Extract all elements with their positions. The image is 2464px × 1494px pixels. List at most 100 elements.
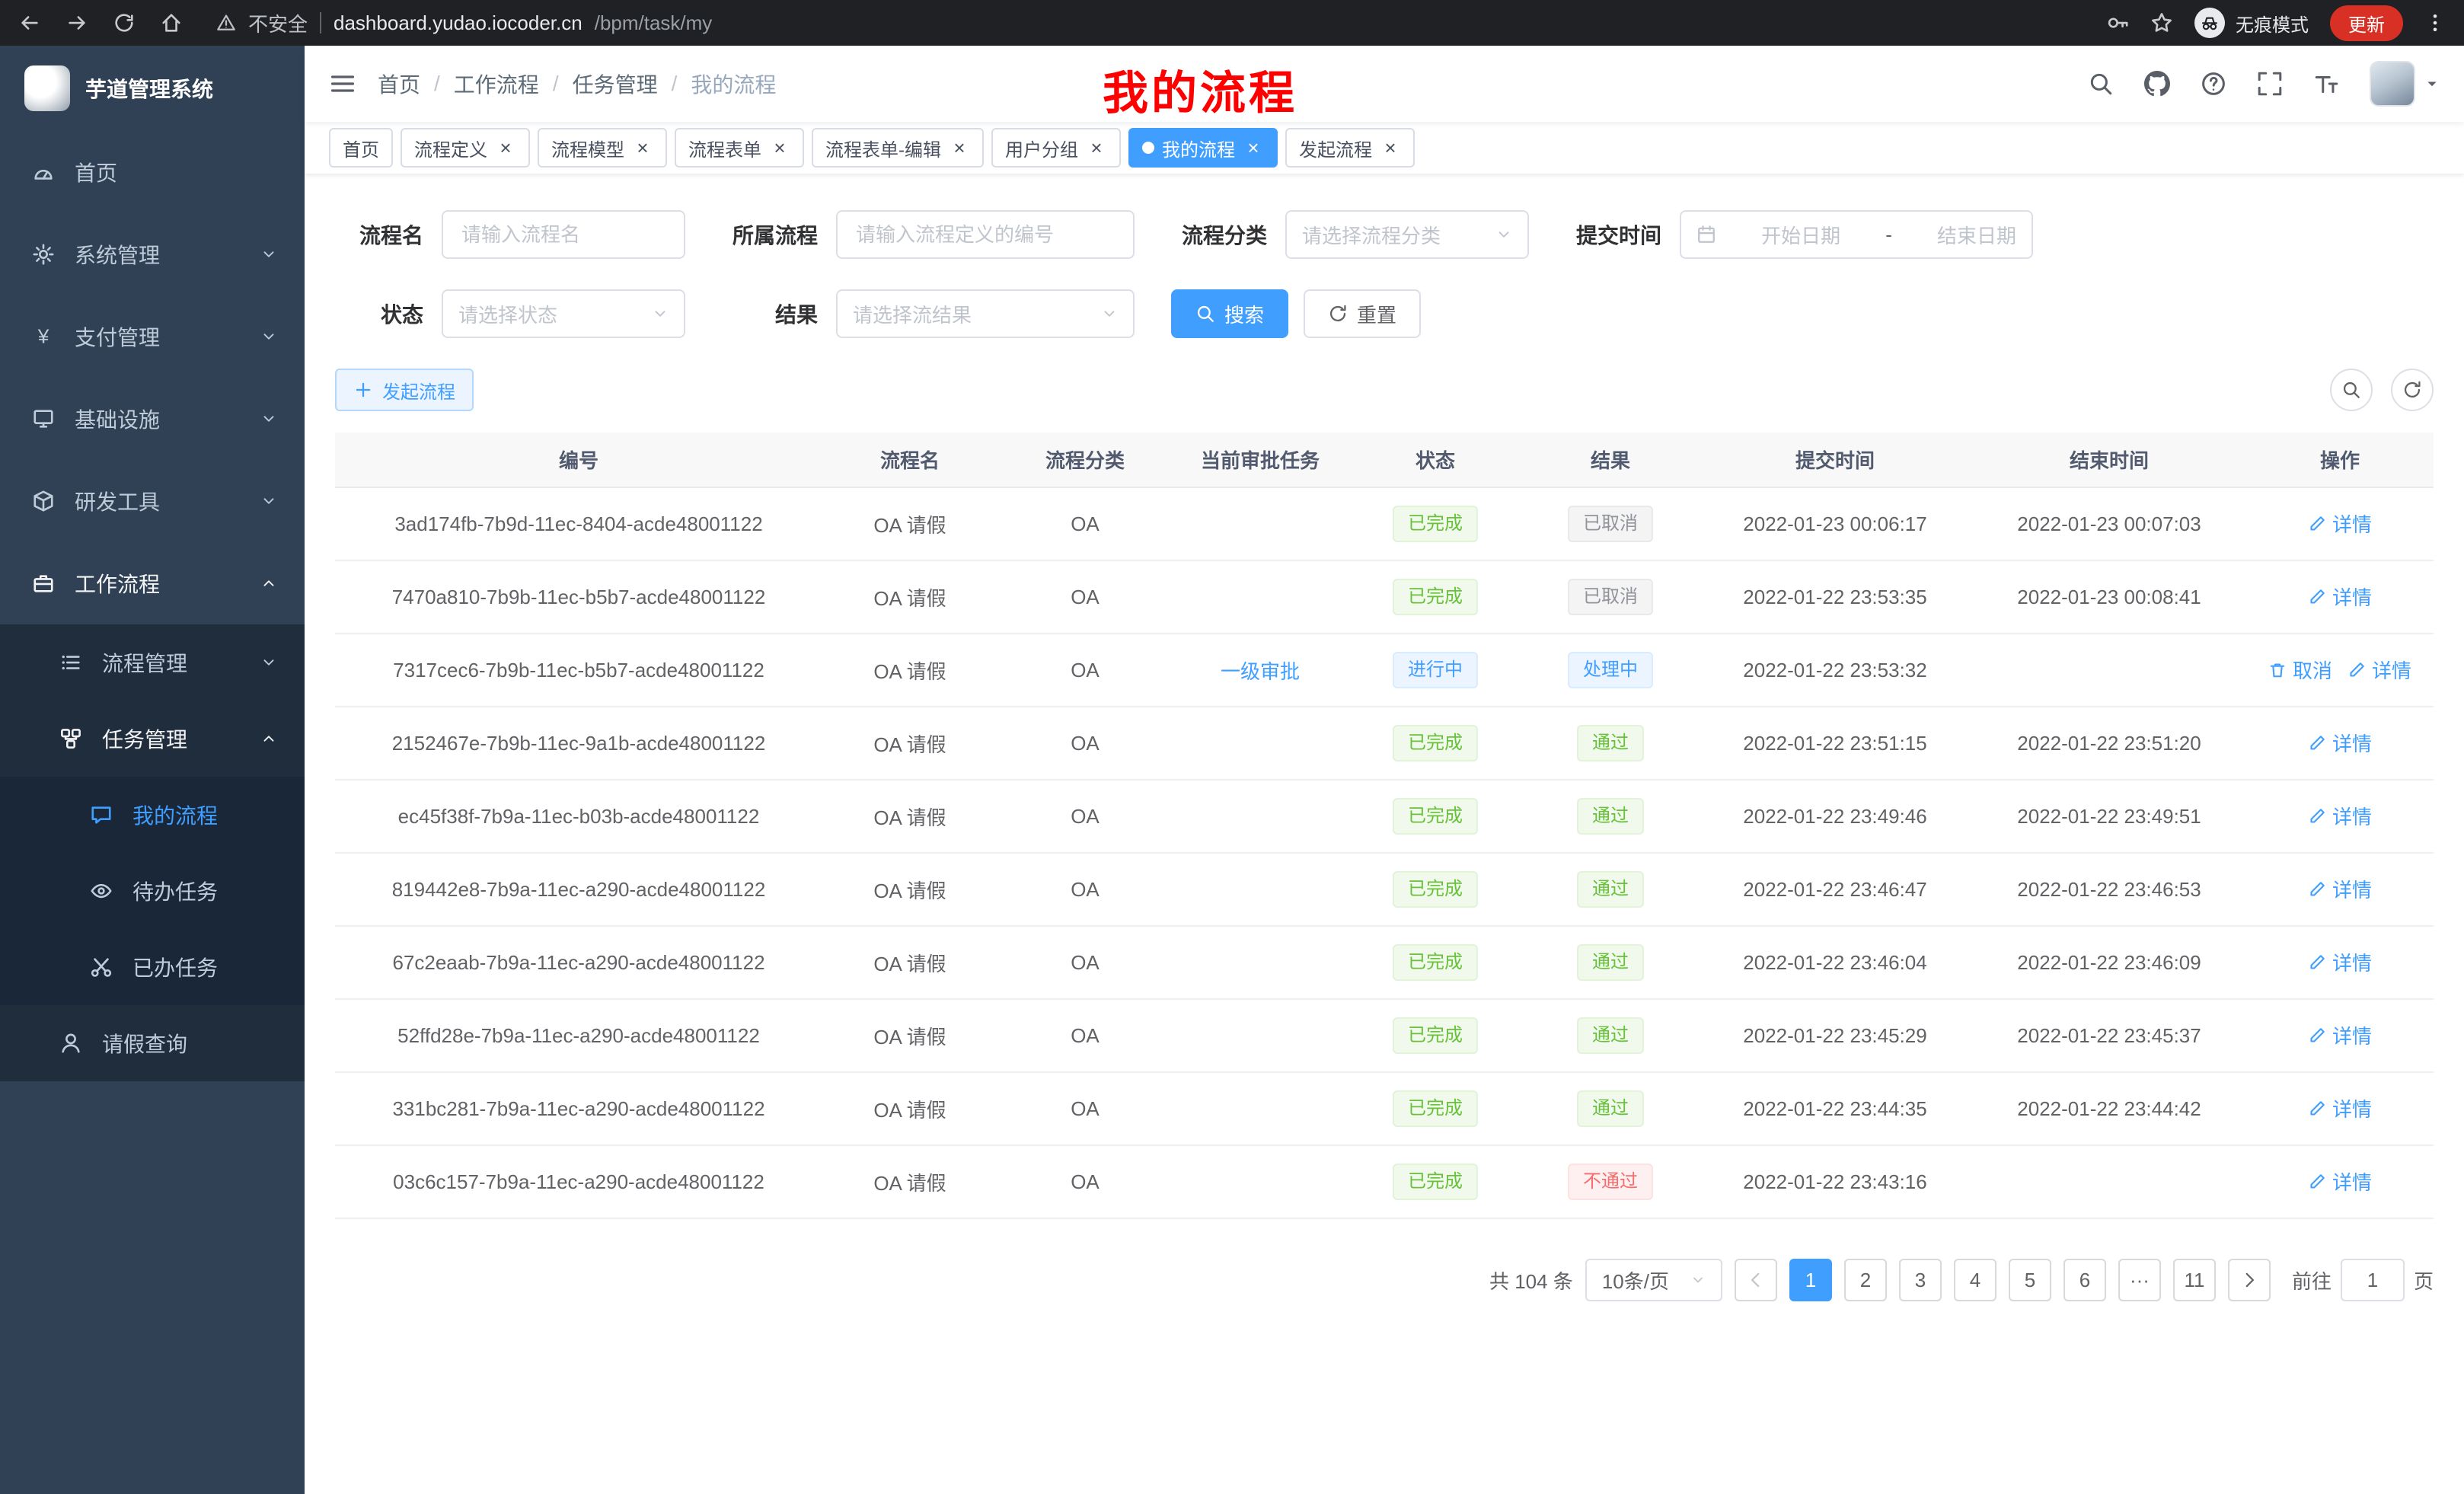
current-task-cell: [1173, 707, 1348, 780]
close-icon[interactable]: ×: [495, 136, 516, 160]
sidebar-item-infrastructure[interactable]: 基础设施: [0, 378, 305, 460]
process-name-cell: OA 请假: [822, 487, 997, 560]
tab-process-model[interactable]: 流程模型×: [538, 128, 667, 168]
page-button-1[interactable]: 1: [1789, 1259, 1832, 1301]
close-icon[interactable]: ×: [769, 136, 790, 160]
payment-icon: ¥: [30, 325, 56, 348]
browser-forward-icon[interactable]: [65, 11, 88, 34]
column-header: 流程名: [822, 433, 997, 487]
detail-action-link[interactable]: 详情: [2308, 509, 2372, 538]
page-button-11[interactable]: 11: [2173, 1259, 2216, 1301]
close-icon[interactable]: ×: [1086, 136, 1107, 160]
sidebar: 芋道管理系统 首页系统管理¥支付管理基础设施研发工具工作流程流程管理任务管理我的…: [0, 46, 305, 1494]
detail-action-link[interactable]: 详情: [2308, 875, 2372, 903]
browser-reload-icon[interactable]: [113, 11, 136, 34]
submit-time-cell: 2022-01-22 23:49:46: [1698, 780, 1972, 853]
tab-user-group[interactable]: 用户分组 ×: [991, 128, 1121, 168]
browser-update-button[interactable]: 更新: [2330, 5, 2403, 41]
sidebar-item-leave-query[interactable]: 请假查询: [0, 1005, 305, 1081]
tab-process-form[interactable]: 流程表单×: [675, 128, 804, 168]
tab-process-form-edit[interactable]: 流程表单-编辑×: [812, 128, 984, 168]
start-date-placeholder: 开始日期: [1761, 221, 1840, 249]
table-row: 2152467e-7b9b-11ec-9a1b-acde48001122OA 请…: [335, 707, 2434, 780]
detail-action-link[interactable]: 详情: [2348, 656, 2411, 684]
sidebar-item-home[interactable]: 首页: [0, 131, 305, 213]
browser-menu-icon[interactable]: [2424, 12, 2446, 34]
create-process-button[interactable]: 发起流程: [335, 369, 474, 411]
detail-action-link[interactable]: 详情: [2308, 1167, 2372, 1196]
page-button-3[interactable]: 3: [1899, 1259, 1942, 1301]
fullscreen-icon[interactable]: [2257, 71, 2283, 97]
close-icon[interactable]: ×: [949, 136, 970, 160]
detail-action-link[interactable]: 详情: [2308, 948, 2372, 976]
breadcrumb-item[interactable]: 任务管理: [573, 69, 658, 99]
app-brand[interactable]: 芋道管理系统: [0, 46, 305, 131]
tab-label: 用户分组: [1005, 135, 1078, 161]
more-pages-button[interactable]: ···: [2118, 1259, 2161, 1301]
detail-action-link[interactable]: 详情: [2308, 1094, 2372, 1122]
sidebar-item-payment[interactable]: ¥支付管理: [0, 295, 305, 378]
sidebar-item-system[interactable]: 系统管理: [0, 213, 305, 295]
sidebar-item-done-tasks[interactable]: 已办任务: [0, 929, 305, 1005]
sidebar-item-todo-tasks[interactable]: 待办任务: [0, 853, 305, 929]
result-badge: 已取消: [1568, 579, 1653, 615]
toggle-search-button[interactable]: [2330, 369, 2373, 411]
page-button-5[interactable]: 5: [2009, 1259, 2051, 1301]
github-icon[interactable]: [2144, 71, 2170, 97]
submit-time-range-picker[interactable]: 开始日期 - 结束日期: [1680, 210, 2033, 259]
result-select[interactable]: 请选择流结果: [836, 289, 1135, 338]
sidebar-item-label: 基础设施: [75, 404, 160, 434]
tab-process-definition[interactable]: 流程定义×: [401, 128, 530, 168]
header-search-icon[interactable]: [2088, 71, 2114, 97]
detail-action-link[interactable]: 详情: [2308, 729, 2372, 757]
process-name-cell: OA 请假: [822, 560, 997, 634]
category-select[interactable]: 请选择流程分类: [1285, 210, 1529, 259]
password-key-icon[interactable]: [2106, 11, 2129, 34]
tab-my-process[interactable]: 我的流程×: [1128, 128, 1278, 168]
tab-start-process[interactable]: 发起流程×: [1285, 128, 1415, 168]
sidebar-item-workflow[interactable]: 工作流程: [0, 542, 305, 624]
current-task-link[interactable]: 一级审批: [1221, 656, 1300, 685]
refresh-table-button[interactable]: [2391, 369, 2434, 411]
sidebar-toggle-icon[interactable]: [329, 70, 356, 97]
breadcrumb-item[interactable]: 工作流程: [454, 69, 539, 99]
tab-home[interactable]: 首页: [329, 128, 393, 168]
cancel-action-link[interactable]: 取消: [2268, 656, 2332, 684]
address-bar[interactable]: 不安全 dashboard.yudao.iocoder.cn/bpm/task/…: [216, 9, 2106, 37]
page-button-4[interactable]: 4: [1954, 1259, 1996, 1301]
close-icon[interactable]: ×: [632, 136, 653, 160]
close-icon[interactable]: ×: [1380, 136, 1401, 160]
filter-category-label: 流程分类: [1171, 219, 1285, 250]
help-icon[interactable]: [2201, 71, 2226, 97]
status-select[interactable]: 请选择状态: [442, 289, 685, 338]
submit-time-cell: 2022-01-22 23:45:29: [1698, 999, 1972, 1072]
page-button-6[interactable]: 6: [2063, 1259, 2106, 1301]
detail-action-link[interactable]: 详情: [2308, 1021, 2372, 1049]
prev-page-button[interactable]: [1735, 1259, 1777, 1301]
browser-chrome: 不安全 dashboard.yudao.iocoder.cn/bpm/task/…: [0, 0, 2464, 46]
process-definition-input[interactable]: [836, 210, 1135, 259]
browser-home-icon[interactable]: [160, 11, 183, 34]
browser-back-icon[interactable]: [18, 11, 41, 34]
result-badge: 不通过: [1568, 1164, 1653, 1200]
reset-button[interactable]: 重置: [1304, 289, 1421, 338]
breadcrumb-item[interactable]: 首页: [378, 69, 420, 99]
process-name-input[interactable]: [442, 210, 685, 259]
close-icon[interactable]: ×: [1243, 136, 1264, 160]
font-size-icon[interactable]: [2313, 71, 2339, 97]
detail-action-link[interactable]: 详情: [2308, 802, 2372, 830]
sidebar-item-process-manage[interactable]: 流程管理: [0, 624, 305, 701]
bookmark-star-icon[interactable]: [2150, 11, 2173, 34]
sidebar-item-my-process[interactable]: 我的流程: [0, 777, 305, 853]
user-avatar[interactable]: [2370, 61, 2440, 107]
actions-cell: 详情: [2246, 1072, 2434, 1145]
page-size-select[interactable]: 10条/页: [1585, 1259, 1722, 1301]
detail-action-link[interactable]: 详情: [2308, 583, 2372, 611]
search-button[interactable]: 搜索: [1171, 289, 1288, 338]
address-divider: [320, 12, 321, 34]
next-page-button[interactable]: [2228, 1259, 2271, 1301]
jump-page-input[interactable]: [2341, 1259, 2405, 1301]
page-button-2[interactable]: 2: [1844, 1259, 1887, 1301]
sidebar-item-task-manage[interactable]: 任务管理: [0, 701, 305, 777]
sidebar-item-dev-tools[interactable]: 研发工具: [0, 460, 305, 542]
